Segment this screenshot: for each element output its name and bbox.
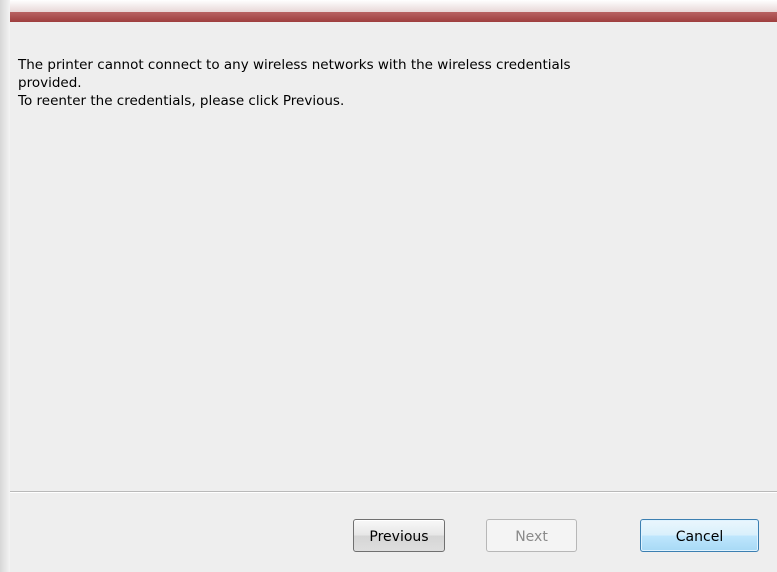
header-accent-bar [10, 12, 777, 22]
button-area-divider [10, 491, 777, 492]
message-line-3: To reenter the credentials, please click… [18, 93, 345, 109]
window-left-edge [0, 0, 10, 572]
connection-error-message: The printer cannot connect to any wirele… [18, 56, 718, 110]
cancel-button[interactable]: Cancel [640, 519, 759, 552]
top-accent-shadow [10, 0, 777, 12]
message-line-1: The printer cannot connect to any wirele… [18, 57, 571, 73]
next-button: Next [486, 519, 577, 552]
message-line-2: provided. [18, 75, 82, 91]
previous-button[interactable]: Previous [353, 519, 445, 552]
printer-wireless-setup-dialog: The printer cannot connect to any wirele… [0, 0, 777, 572]
